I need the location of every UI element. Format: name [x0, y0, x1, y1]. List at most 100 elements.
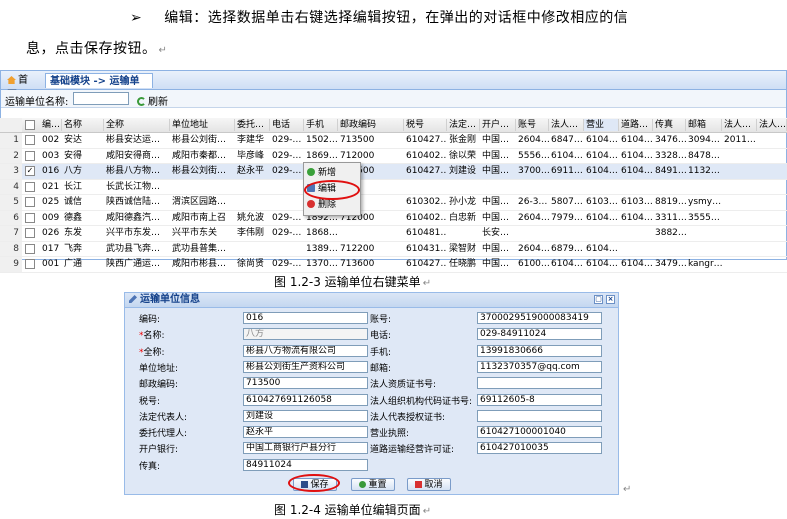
text-field[interactable]: 13991830666 [477, 344, 602, 357]
column-header[interactable]: 单位地址 [170, 119, 235, 131]
text-field[interactable]: 刘建设 [243, 409, 368, 422]
text-field[interactable]: 中国工商银行户县分行 [243, 442, 368, 455]
column-header[interactable]: 法定… [447, 119, 480, 131]
menu-item-delete[interactable]: 删除 [307, 199, 336, 212]
column-header[interactable]: 道路… [619, 119, 653, 131]
column-header[interactable]: 委托… [235, 119, 270, 131]
maximize-icon[interactable]: ▢ [594, 295, 603, 304]
text-field[interactable]: 016 [243, 312, 368, 324]
row-checkbox[interactable] [25, 212, 35, 223]
row-checkbox[interactable]: ✓ [25, 166, 35, 176]
column-header[interactable]: 法人… [722, 119, 757, 131]
column-header[interactable]: 法人… [549, 119, 584, 131]
column-header[interactable]: 传真 [653, 119, 686, 131]
row-checkbox[interactable] [25, 181, 35, 192]
text-field[interactable]: 84911024 [243, 458, 368, 471]
select-all-checkbox[interactable] [25, 120, 35, 130]
table-cell [551, 181, 584, 193]
table-cell: 6847… [551, 135, 583, 145]
table-cell: 毕彦峰 [237, 150, 265, 161]
column-header[interactable]: 编… [40, 119, 62, 131]
tab-transport-unit[interactable]: 基础模块 -> 运输单位× [45, 73, 153, 102]
table-cell [621, 243, 653, 255]
refresh-icon [137, 97, 146, 106]
table-row[interactable]: 9 001 广通 陕西广通运… 咸阳市彬县… 徐尚贤 029-… 1370… 713600 610… [0, 257, 787, 273]
table-cell: 021 [42, 181, 60, 192]
table-cell: 6104… [621, 166, 653, 176]
table-row[interactable]: 8 017 飞奔 武功县飞奔… 武功县普集… 1389… 712200 610431… 梁智财中… [0, 241, 787, 257]
reset-label: 重置 [368, 480, 387, 490]
column-header[interactable]: 法人… [757, 119, 787, 131]
table-cell: 026 [42, 228, 60, 238]
text-field[interactable]: 彬县公刘街生产资料公司 [243, 360, 368, 373]
text-field[interactable]: 713500 [243, 377, 368, 390]
table-cell: 6104… [621, 135, 653, 145]
column-header[interactable]: 账号 [516, 119, 549, 131]
table-cell: 安得 [64, 150, 83, 161]
menu-item-add[interactable]: 新增 [307, 167, 336, 180]
search-input[interactable] [73, 92, 129, 105]
column-header[interactable]: 邮政编码 [338, 119, 404, 131]
text-field[interactable]: 赵永平 [243, 426, 368, 439]
field-label-text: 邮政编码: [139, 380, 179, 391]
table-cell [724, 243, 757, 255]
table-cell [621, 181, 653, 193]
column-header[interactable]: 营业 [584, 119, 619, 131]
text-field[interactable] [477, 377, 602, 390]
table-cell: 中国… [482, 212, 510, 223]
reset-button[interactable]: 重置 [351, 478, 395, 491]
column-header[interactable]: 电话 [270, 119, 304, 131]
table-row[interactable]: 7 026 东发 兴平市东发… 兴平市东关 李伟刚 029-… 1868… 610481… 长安…… [0, 226, 787, 242]
data-grid: 编… 名称 全称 单位地址 委托… 电话 手机 邮政编码 税号 法定… 开户… 账号 法人… 营业 道路… 传… [0, 118, 787, 273]
table-row[interactable]: 5 025 诚信 陕西诚信陆… 渭滨区园路… 610302… 孙小龙 中国… 26-3… 5807… [0, 195, 787, 211]
table-cell: 6911… [551, 166, 583, 176]
row-number-header [0, 118, 22, 132]
column-header[interactable]: 邮箱 [686, 119, 722, 131]
table-row[interactable]: 4 021 长江 长武长江物… [0, 179, 787, 195]
table-cell [518, 227, 549, 239]
table-cell: 安达 [64, 135, 83, 145]
dialog-title-bar: 运输单位信息 ▢ × [125, 293, 618, 308]
text-field[interactable]: 3700029519000083419 [477, 312, 602, 324]
intro-line-2: 息，点击保存按钮。 ↵ [26, 38, 167, 58]
text-field[interactable]: 彬县八方物流有限公司 [243, 344, 368, 357]
text-field[interactable]: 八方 [243, 328, 368, 341]
table-cell: 610431… [406, 243, 447, 254]
text-field[interactable]: 029-84911024 [477, 328, 602, 341]
text-field[interactable]: 610427100001040 [477, 426, 602, 439]
table-row[interactable]: 6 009 德鑫 咸阳德鑫汽… 咸阳市南上召 姚允波 029-… 1892… 712000 610… [0, 210, 787, 226]
column-header[interactable]: 全称 [104, 119, 170, 131]
refresh-button[interactable]: 刷新 [137, 93, 168, 108]
table-cell [518, 181, 549, 193]
column-header[interactable]: 名称 [62, 119, 104, 131]
table-cell: 1868… [306, 228, 338, 238]
text-field[interactable]: 610427010035 [477, 442, 602, 455]
text-field[interactable] [477, 409, 602, 422]
row-checkbox[interactable] [25, 243, 35, 254]
table-cell: 025 [42, 197, 60, 207]
column-header[interactable]: 手机 [304, 119, 338, 131]
table-row[interactable]: 3✓016八方彬县八方物…彬县公刘街…赵永平029-…1399…71350061… [0, 164, 787, 180]
row-checkbox[interactable] [25, 135, 35, 145]
row-checkbox[interactable] [25, 197, 35, 207]
table-cell: 009 [42, 212, 60, 223]
table-row[interactable]: 2 003 安得 咸阳安得商… 咸阳市秦都… 毕彦峰 029-… 1869… 712000 610… [0, 148, 787, 164]
column-header[interactable]: 税号 [404, 119, 447, 131]
text-field[interactable]: 69112605-8 [477, 393, 602, 406]
row-checkbox[interactable] [25, 228, 35, 238]
table-cell [724, 196, 757, 208]
close-icon[interactable]: × [606, 295, 615, 304]
cancel-button[interactable]: 取消 [407, 478, 451, 491]
table-cell: 3700… [518, 166, 549, 176]
table-cell: 3311… [655, 212, 686, 223]
text-field[interactable]: 610427691126058 [243, 393, 368, 406]
table-row[interactable]: 1 002 安达 彬县安达运… 彬县公刘街… 李建华 029-… 1502… 713500 610… [0, 133, 787, 149]
highlight-circle [288, 474, 340, 492]
text-field[interactable]: 1132370357@qq.com [477, 360, 602, 373]
tab-home[interactable]: 首页 [3, 73, 39, 101]
row-checkbox[interactable] [25, 150, 35, 161]
row-checkbox[interactable] [25, 259, 35, 269]
table-cell: 姚允波 [237, 212, 265, 223]
column-header[interactable]: 开户… [480, 119, 516, 131]
search-label: 运输单位名称: [5, 97, 69, 108]
